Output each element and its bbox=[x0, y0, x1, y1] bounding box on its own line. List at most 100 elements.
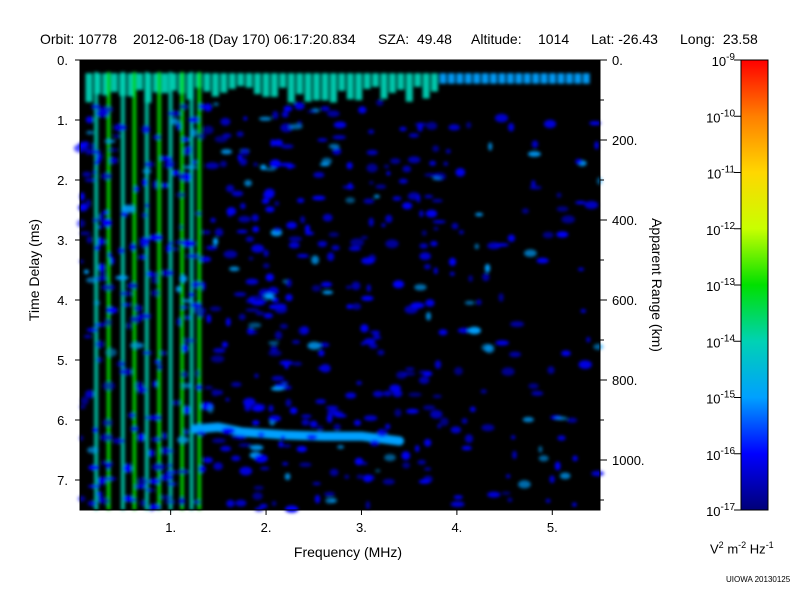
noise-cell bbox=[433, 226, 439, 231]
noise-cell bbox=[178, 497, 186, 505]
noise-cell bbox=[96, 357, 103, 363]
noise-cell bbox=[358, 106, 367, 114]
noise-cell bbox=[161, 182, 169, 189]
colorbar-ticks: 10-9 10-10 10-11 10-12 10-13 10-14 10-15 10-16 1… bbox=[706, 52, 741, 519]
noise-cell bbox=[186, 253, 200, 259]
x-tick-label: 2. bbox=[261, 520, 272, 535]
noise-cell bbox=[150, 289, 160, 297]
noise-cell bbox=[531, 140, 539, 149]
noise-cell bbox=[402, 202, 413, 210]
echo-segment bbox=[397, 73, 405, 90]
noise-cell bbox=[260, 466, 270, 471]
noise-cell bbox=[202, 457, 213, 464]
noise-cell bbox=[254, 373, 259, 378]
noise-cell bbox=[258, 116, 272, 121]
noise-cell bbox=[274, 383, 285, 388]
noise-cell bbox=[381, 223, 386, 228]
noise-cell bbox=[475, 212, 484, 217]
echo-segment bbox=[161, 73, 169, 94]
y2-tick-label: 400. bbox=[612, 213, 637, 228]
noise-cell bbox=[202, 230, 211, 235]
noise-cell bbox=[201, 281, 206, 291]
noise-cell bbox=[315, 399, 326, 404]
noise-cell bbox=[300, 326, 310, 335]
noise-cell bbox=[128, 412, 136, 418]
colorbar-tick-label: 10-13 bbox=[706, 277, 735, 294]
noise-cell bbox=[392, 389, 403, 398]
noise-cell bbox=[554, 461, 561, 471]
noise-cell bbox=[324, 491, 335, 497]
noise-cell bbox=[484, 263, 491, 273]
noise-cell bbox=[80, 396, 89, 405]
noise-cell bbox=[195, 369, 200, 378]
noise-cell bbox=[361, 257, 375, 265]
noise-cell bbox=[281, 380, 289, 385]
noise-cell bbox=[402, 462, 411, 469]
noise-cell bbox=[167, 110, 182, 117]
noise-cell bbox=[437, 423, 442, 429]
noise-cell bbox=[445, 149, 451, 154]
noise-cell bbox=[363, 198, 375, 204]
units-hz: Hz bbox=[749, 541, 766, 557]
noise-cell bbox=[369, 330, 381, 334]
noise-cell bbox=[181, 137, 190, 142]
noise-cell bbox=[231, 190, 244, 197]
noise-cell bbox=[414, 122, 428, 126]
noise-cell bbox=[245, 236, 254, 242]
noise-cell bbox=[368, 217, 374, 227]
noise-cell bbox=[509, 351, 522, 358]
noise-cell bbox=[325, 405, 339, 410]
noise-cell bbox=[314, 494, 321, 504]
noise-cell bbox=[98, 213, 104, 222]
echo-segment bbox=[582, 73, 590, 84]
noise-cell bbox=[149, 504, 161, 510]
noise-cell bbox=[464, 434, 474, 443]
noise-cell bbox=[220, 445, 232, 452]
noise-cell bbox=[204, 386, 213, 390]
noise-cell bbox=[142, 351, 153, 355]
noise-cell bbox=[161, 269, 174, 277]
noise-cell bbox=[384, 164, 390, 169]
noise-cell bbox=[91, 104, 101, 110]
noise-cell bbox=[556, 206, 569, 212]
noise-cell bbox=[382, 478, 395, 485]
echo-segment bbox=[574, 73, 582, 84]
noise-cell bbox=[307, 341, 322, 350]
noise-cell bbox=[510, 435, 516, 440]
noise-cell bbox=[307, 109, 317, 114]
noise-cell bbox=[240, 148, 250, 156]
noise-cell bbox=[233, 292, 247, 297]
noise-cell bbox=[337, 445, 345, 449]
echo-segment bbox=[490, 73, 497, 84]
noise-cell bbox=[451, 222, 459, 230]
noise-cell bbox=[220, 117, 231, 126]
noise-cell bbox=[253, 162, 258, 167]
noise-cell bbox=[448, 257, 457, 266]
noise-cell bbox=[469, 406, 476, 413]
noise-cell bbox=[129, 243, 137, 251]
noise-cell bbox=[284, 362, 289, 370]
noise-cell bbox=[386, 171, 391, 176]
noise-cell bbox=[299, 462, 312, 467]
noise-cell bbox=[296, 198, 305, 203]
noise-cell bbox=[294, 102, 305, 110]
noise-cell bbox=[432, 176, 442, 181]
noise-cell bbox=[424, 264, 431, 270]
noise-cell bbox=[101, 172, 112, 180]
noise-cell bbox=[87, 446, 99, 454]
noise-cell bbox=[180, 383, 193, 389]
noise-cell bbox=[432, 145, 440, 152]
trace-point bbox=[395, 437, 404, 445]
noise-cell bbox=[282, 444, 292, 448]
noise-cell bbox=[178, 172, 192, 182]
noise-cell bbox=[86, 236, 93, 244]
noise-cell bbox=[235, 499, 247, 507]
noise-cell bbox=[392, 280, 405, 289]
noise-cell bbox=[167, 482, 177, 486]
noise-cell bbox=[84, 390, 95, 399]
noise-cell bbox=[168, 240, 174, 245]
noise-cell bbox=[257, 431, 265, 439]
noise-cell bbox=[419, 210, 424, 218]
noise-cell bbox=[101, 284, 116, 291]
noise-cell bbox=[129, 342, 144, 349]
